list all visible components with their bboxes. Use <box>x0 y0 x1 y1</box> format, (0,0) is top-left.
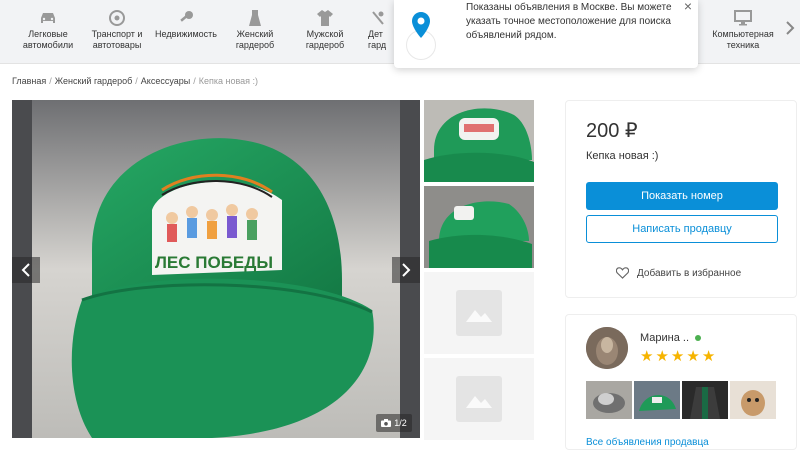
prev-photo-button[interactable] <box>12 257 40 283</box>
cap-print-text: ЛЕС ПОБЕДЫ <box>155 253 273 272</box>
online-indicator <box>695 335 702 341</box>
category-label: Женский гардероб <box>235 29 275 50</box>
photo-counter-text: 1/2 <box>394 418 407 428</box>
category-label: Мужской гардероб <box>305 29 345 50</box>
seller-panel: Марина .. ★ ★ ★ ★ ★ Все объявления прода… <box>565 314 797 450</box>
listing-title: Кепка новая :) <box>586 150 659 162</box>
category-label: Недвижимость <box>155 29 217 39</box>
favorite-label: Добавить в избранное <box>637 267 742 279</box>
avatar[interactable] <box>586 327 628 369</box>
seller-listing-thumb[interactable] <box>730 381 776 419</box>
breadcrumb-home[interactable]: Главная <box>12 76 46 86</box>
category-womens[interactable]: Женский гардероб <box>226 0 284 64</box>
add-to-favorites[interactable]: Добавить в избранное <box>616 267 741 279</box>
wheel-icon <box>107 10 127 26</box>
camera-icon <box>381 419 392 427</box>
seller-listing-thumb[interactable] <box>586 381 632 419</box>
category-computers[interactable]: Компьютерная техника <box>708 0 778 64</box>
seller-name-row: Марина .. <box>640 332 702 344</box>
monitor-icon <box>733 10 753 26</box>
thumbnail-image <box>424 100 534 182</box>
close-icon[interactable]: × <box>684 0 692 14</box>
star-icon: ★ <box>686 348 700 365</box>
toast-message: Показаны объявления в Москве. Вы можете … <box>466 2 672 41</box>
baby-icon <box>368 10 388 26</box>
chevron-right-icon <box>402 263 411 277</box>
seller-rating: ★ ★ ★ ★ ★ <box>640 349 715 364</box>
cap-photo: ЛЕС ПОБЕДЫ <box>12 100 420 438</box>
image-placeholder-icon <box>456 376 502 422</box>
key-icon <box>176 10 196 26</box>
next-photo-button[interactable] <box>392 257 420 283</box>
thumbnail-image <box>424 186 534 268</box>
category-mens[interactable]: Мужской гардероб <box>294 0 356 64</box>
category-label: Транспорт и автотовары <box>91 29 143 50</box>
breadcrumb-separator: / <box>193 76 196 86</box>
thumbnail-2[interactable] <box>424 186 534 268</box>
listing-panel: 200 ₽ Кепка новая :) Показать номер Напи… <box>565 100 797 298</box>
write-seller-button[interactable]: Написать продавцу <box>586 215 778 243</box>
star-icon: ★ <box>640 348 654 365</box>
breadcrumb: Главная / Женский гардероб / Аксессуары / Кепк… <box>12 76 258 86</box>
photo-counter: 1/2 <box>376 414 412 432</box>
category-cars[interactable]: Легковые автомобили <box>10 0 86 64</box>
category-label: Компьютерная техника <box>712 29 774 50</box>
location-pin-icon <box>412 12 430 38</box>
price: 200 ₽ <box>586 120 638 142</box>
main-photo[interactable]: ЛЕС ПОБЕДЫ <box>12 100 420 438</box>
thumbnail-1[interactable] <box>424 100 534 182</box>
shirt-icon <box>315 10 335 26</box>
heart-icon <box>616 267 629 279</box>
all-seller-ads-link[interactable]: Все объявления продавца <box>586 437 709 448</box>
car-icon <box>38 10 58 26</box>
seller-listing-thumb[interactable] <box>634 381 680 419</box>
chevron-left-icon <box>21 263 30 277</box>
category-label: Дет гард <box>368 29 387 50</box>
thumbnail-empty <box>424 358 534 440</box>
star-icon: ★ <box>670 348 685 365</box>
category-transport[interactable]: Транспорт и автотовары <box>86 0 148 64</box>
breadcrumb-current: Кепка новая :) <box>198 76 259 86</box>
show-number-button[interactable]: Показать номер <box>586 182 778 210</box>
breadcrumb-separator: / <box>49 76 52 86</box>
category-label: Легковые автомобили <box>22 29 74 50</box>
breadcrumb-separator: / <box>135 76 138 86</box>
breadcrumb-section[interactable]: Женский гардероб <box>55 76 132 86</box>
location-toast: Показаны объявления в Москве. Вы можете … <box>394 0 698 68</box>
chevron-right-icon[interactable] <box>784 20 796 36</box>
seller-name[interactable]: Марина .. <box>640 332 689 344</box>
thumbnail-empty <box>424 272 534 354</box>
star-icon: ★ <box>655 348 669 365</box>
star-icon: ★ <box>701 348 716 365</box>
dress-icon <box>245 10 265 26</box>
category-realty[interactable]: Недвижимость <box>152 0 220 64</box>
breadcrumb-subsection[interactable]: Аксессуары <box>141 76 190 86</box>
seller-listing-thumb[interactable] <box>682 381 728 419</box>
image-placeholder-icon <box>456 290 502 336</box>
